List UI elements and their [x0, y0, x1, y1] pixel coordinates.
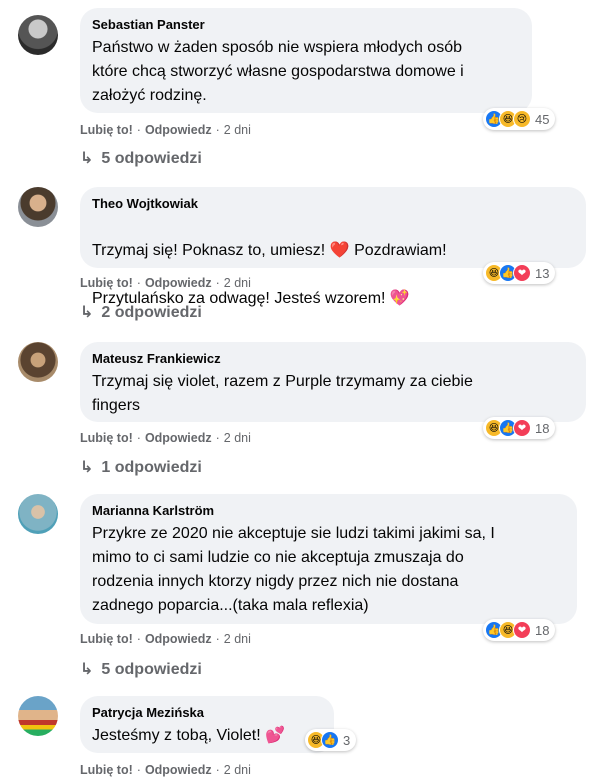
replies-count: 5 odpowiedzi	[101, 661, 202, 678]
comment-actions: Lubię to! · Odpowiedz · 2 dni	[80, 632, 251, 646]
reaction-count: 13	[535, 265, 550, 281]
reply-button[interactable]: Odpowiedz	[145, 763, 212, 777]
reply-button[interactable]: Odpowiedz	[145, 276, 212, 290]
comment-bubble: Marianna Karlström Przykre ze 2020 nie a…	[80, 494, 577, 624]
like-button[interactable]: Lubię to!	[80, 431, 133, 445]
reaction-summary[interactable]: 😆 👍 ❤ 13	[483, 262, 556, 284]
comment-actions: Lubię to! · Odpowiedz · 2 dni	[80, 276, 251, 290]
comment-bubble: Theo Wojtkowiak Trzymaj się! Poknasz to,…	[80, 187, 586, 307]
reply-arrow-icon: ↳	[80, 459, 94, 476]
comment-text: Przykre ze 2020 nie akceptuje sie ludzi …	[92, 525, 495, 614]
comment-time[interactable]: 2 dni	[224, 431, 251, 445]
like-reaction-icon: 👍	[321, 731, 339, 749]
like-button[interactable]: Lubię to!	[80, 123, 133, 137]
reaction-summary[interactable]: 😆 👍 ❤ 18	[483, 417, 556, 439]
comment-time[interactable]: 2 dni	[224, 276, 251, 290]
comment-text: Jesteśmy z tobą, Violet! 💕	[92, 727, 286, 744]
view-replies-link[interactable]: ↳ 2 odpowiedzi	[80, 303, 202, 323]
reply-arrow-icon: ↳	[80, 150, 94, 167]
comment-time[interactable]: 2 dni	[224, 632, 251, 646]
like-button[interactable]: Lubię to!	[80, 763, 133, 777]
avatar[interactable]	[18, 696, 58, 736]
reaction-count: 3	[343, 732, 351, 748]
reaction-count: 18	[535, 622, 550, 638]
comment-bubble: Mateusz Frankiewicz Trzymaj się violet, …	[80, 342, 586, 422]
view-replies-link[interactable]: ↳ 5 odpowiedzi	[80, 660, 202, 680]
sad-reaction-icon: 😢	[513, 110, 531, 128]
love-reaction-icon: ❤	[513, 621, 531, 639]
like-button[interactable]: Lubię to!	[80, 276, 133, 290]
avatar[interactable]	[18, 342, 58, 382]
comment-author[interactable]: Patrycja Mezińska	[92, 705, 322, 721]
love-reaction-icon: ❤	[513, 264, 531, 282]
comment-actions: Lubię to! · Odpowiedz · 2 dni	[80, 123, 251, 137]
reply-button[interactable]: Odpowiedz	[145, 632, 212, 646]
reply-button[interactable]: Odpowiedz	[145, 123, 212, 137]
comment-time[interactable]: 2 dni	[224, 763, 251, 777]
comment-actions: Lubię to! · Odpowiedz · 2 dni	[80, 763, 251, 777]
like-button[interactable]: Lubię to!	[80, 632, 133, 646]
avatar[interactable]	[18, 187, 58, 227]
comment-bubble: Sebastian Panster Państwo w żaden sposób…	[80, 8, 532, 113]
comment-actions: Lubię to! · Odpowiedz · 2 dni	[80, 431, 251, 445]
comment-author[interactable]: Theo Wojtkowiak	[92, 196, 574, 212]
sparkling-heart-icon: 💖	[389, 290, 410, 307]
reaction-summary[interactable]: 👍 😆 ❤ 18	[483, 619, 556, 641]
reply-button[interactable]: Odpowiedz	[145, 431, 212, 445]
comment-author[interactable]: Marianna Karlström	[92, 503, 565, 519]
avatar[interactable]	[18, 494, 58, 534]
comment-bubble: Patrycja Mezińska Jesteśmy z tobą, Viole…	[80, 696, 334, 753]
replies-count: 2 odpowiedzi	[101, 304, 202, 321]
hearts-icon: 💕	[265, 727, 286, 744]
view-replies-link[interactable]: ↳ 1 odpowiedzi	[80, 458, 202, 478]
comment-text: Trzymaj się violet, razem z Purple trzym…	[92, 373, 473, 414]
comment-theo: Theo Wojtkowiak Trzymaj się! Poknasz to,…	[18, 187, 593, 337]
replies-count: 5 odpowiedzi	[101, 150, 202, 167]
reaction-summary[interactable]: 👍 😆 😢 45	[483, 108, 556, 130]
comment-author[interactable]: Sebastian Panster	[92, 17, 520, 33]
reply-arrow-icon: ↳	[80, 304, 94, 321]
comment-text: Państwo w żaden sposób nie wspiera młody…	[92, 39, 464, 104]
view-replies-link[interactable]: ↳ 5 odpowiedzi	[80, 149, 202, 169]
comment-marianna: Marianna Karlström Przykre ze 2020 nie a…	[18, 494, 593, 684]
reply-arrow-icon: ↳	[80, 661, 94, 678]
comment-time[interactable]: 2 dni	[224, 123, 251, 137]
avatar[interactable]	[18, 15, 58, 55]
reaction-summary[interactable]: 😆 👍 3	[305, 729, 357, 751]
replies-count: 1 odpowiedzi	[101, 459, 202, 476]
reaction-count: 45	[535, 111, 550, 127]
comment-sebastian: Sebastian Panster Państwo w żaden sposób…	[18, 8, 593, 178]
love-reaction-icon: ❤	[513, 419, 531, 437]
reaction-count: 18	[535, 420, 550, 436]
comment-patrycja: Patrycja Mezińska Jesteśmy z tobą, Viole…	[18, 696, 593, 780]
comment-mateusz: Mateusz Frankiewicz Trzymaj się violet, …	[18, 342, 593, 492]
heart-icon: ❤️	[329, 242, 350, 259]
comment-author[interactable]: Mateusz Frankiewicz	[92, 351, 574, 367]
